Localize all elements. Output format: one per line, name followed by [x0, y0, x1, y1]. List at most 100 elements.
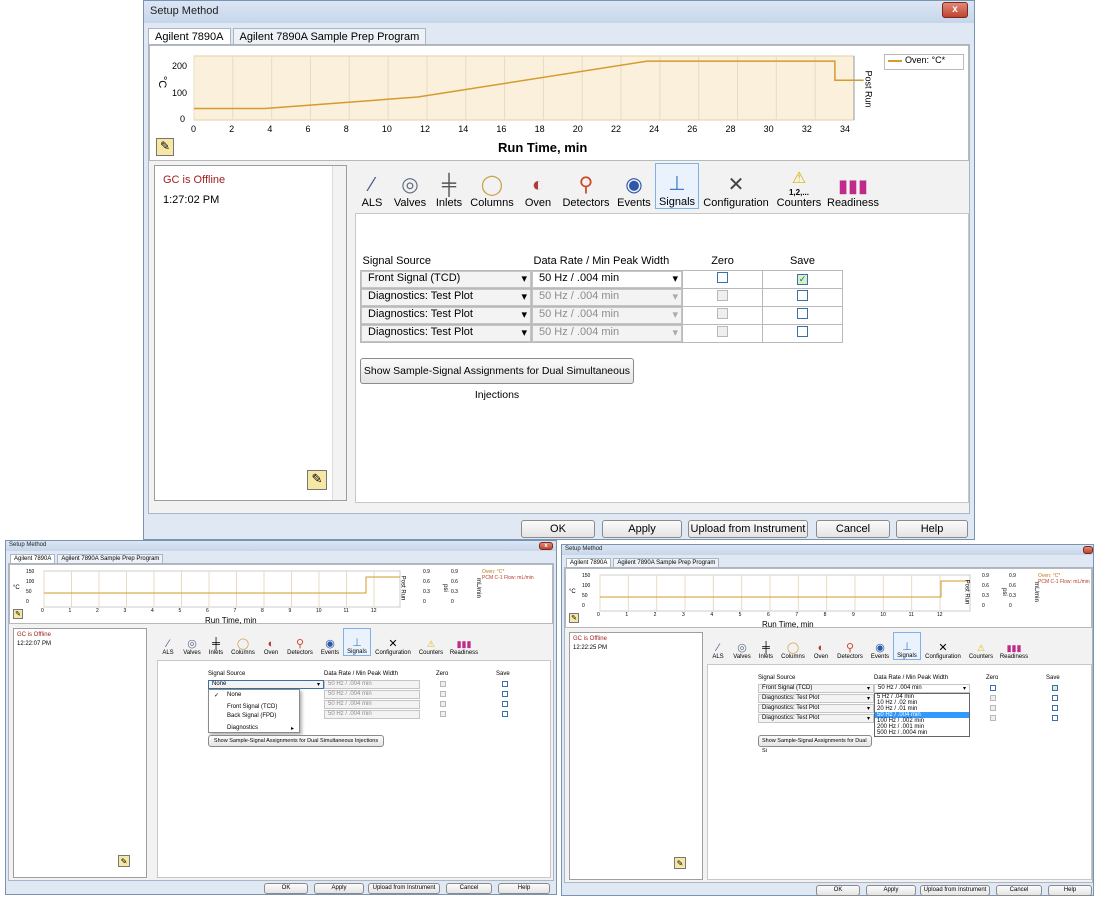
module-readiness[interactable]: ▮▮▮ Readiness: [825, 163, 881, 209]
zero-checkbox[interactable]: [717, 272, 728, 283]
ok-button[interactable]: OK: [816, 885, 860, 896]
module-valves[interactable]: ◎ Valves: [729, 632, 755, 660]
help-button[interactable]: Help: [498, 883, 550, 894]
apply-button[interactable]: Apply: [314, 883, 364, 894]
tab-agilent-7890a[interactable]: Agilent 7890A: [10, 554, 56, 563]
module-signals[interactable]: ⊥ Signals: [343, 628, 371, 656]
status-scrollbar[interactable]: [332, 166, 346, 500]
tab-agilent-7890a[interactable]: Agilent 7890A: [566, 558, 612, 567]
help-button[interactable]: Help: [896, 520, 968, 538]
save-checkbox[interactable]: [797, 326, 808, 337]
module-oven[interactable]: ◐ Oven: [517, 163, 559, 209]
cancel-button[interactable]: Cancel: [446, 883, 492, 894]
save-checkbox[interactable]: [1052, 685, 1058, 691]
ok-button[interactable]: OK: [521, 520, 595, 538]
close-button[interactable]: [1083, 546, 1093, 554]
module-oven[interactable]: ◐ Oven: [809, 632, 833, 660]
upload-button[interactable]: Upload from Instrument: [688, 520, 808, 538]
module-valves[interactable]: ◎ Valves: [389, 163, 431, 209]
edit-chart-icon[interactable]: ✎: [156, 138, 174, 156]
module-als[interactable]: ⁄ ALS: [707, 632, 729, 660]
save-checkbox[interactable]: ✓: [797, 274, 808, 285]
tab-sample-prep-program[interactable]: Agilent 7890A Sample Prep Program: [232, 28, 427, 45]
signal-source-select-open[interactable]: None ▾: [208, 680, 324, 689]
module-configuration[interactable]: ✕ Configuration: [699, 163, 773, 209]
module-events[interactable]: ◉ Events: [867, 632, 893, 660]
tab-agilent-7890a[interactable]: Agilent 7890A: [148, 28, 231, 45]
module-oven[interactable]: ◐ Oven: [259, 628, 283, 656]
edit-chart-icon[interactable]: ✎: [13, 609, 23, 619]
tab-sample-prep-program[interactable]: Agilent 7890A Sample Prep Program: [613, 558, 720, 567]
show-sample-signal-button[interactable]: Show Sample-Signal Assignments for Dual …: [360, 358, 634, 401]
cancel-button[interactable]: Cancel: [816, 520, 890, 538]
module-events[interactable]: ◉ Events: [317, 628, 343, 656]
module-detectors[interactable]: ⚲ Detectors: [283, 628, 317, 656]
module-als[interactable]: ⁄ ALS: [355, 163, 389, 209]
show-sample-signal-button[interactable]: Show Sample-Signal Assignments for Dual …: [208, 735, 384, 747]
save-checkbox[interactable]: [797, 290, 808, 301]
title-bar: Setup Method: [562, 545, 1093, 555]
module-columns[interactable]: ◯ Columns: [777, 632, 809, 660]
data-rate-select-open[interactable]: 50 Hz / .004 min ▾: [874, 684, 970, 693]
signal-source-select[interactable]: Diagnostics: Test Plot ▾: [361, 324, 531, 342]
module-signals[interactable]: ⊥ Signals: [655, 163, 699, 209]
module-columns[interactable]: ◯ Columns: [467, 163, 517, 209]
module-counters[interactable]: ⚠ Counters: [415, 628, 447, 656]
module-counters[interactable]: ⚠ Counters: [965, 632, 997, 660]
module-inlets[interactable]: ╪ Inlets: [205, 628, 227, 656]
close-button[interactable]: x: [539, 542, 553, 550]
module-inlets[interactable]: ╪ Inlets: [431, 163, 467, 209]
signal-source-select[interactable]: Diagnostics: Test Plot ▾: [758, 714, 874, 723]
signal-source-select[interactable]: Diagnostics: Test Plot ▾: [361, 288, 531, 306]
module-configuration[interactable]: ✕ Configuration: [371, 628, 415, 656]
signal-source-select[interactable]: Diagnostics: Test Plot ▾: [758, 704, 874, 713]
signal-source-select[interactable]: Front Signal (TCD) ▾: [758, 684, 874, 693]
upload-button[interactable]: Upload from Instrument: [920, 885, 990, 896]
save-checkbox[interactable]: [797, 308, 808, 319]
close-button[interactable]: x: [942, 2, 968, 18]
data-rate-option[interactable]: 500 Hz / .0004 min: [875, 730, 969, 736]
module-events[interactable]: ◉ Events: [613, 163, 655, 209]
show-sample-signal-button[interactable]: Show Sample-Signal Assignments for Dual …: [758, 735, 872, 754]
inlet-icon: ╪: [212, 638, 220, 650]
save-checkbox[interactable]: [1052, 705, 1058, 711]
signal-source-select[interactable]: Front Signal (TCD) ▾: [361, 270, 531, 288]
help-button[interactable]: Help: [1048, 885, 1092, 896]
save-checkbox[interactable]: [502, 681, 508, 687]
module-signals[interactable]: ⊥ Signals: [893, 632, 921, 660]
menu-item-none[interactable]: None: [227, 692, 241, 698]
save-checkbox[interactable]: [502, 701, 508, 707]
signal-source-select[interactable]: Diagnostics: Test Plot ▾: [758, 694, 874, 703]
apply-button[interactable]: Apply: [602, 520, 682, 538]
save-checkbox[interactable]: [502, 711, 508, 717]
module-inlets[interactable]: ╪ Inlets: [755, 632, 777, 660]
menu-item-back-signal[interactable]: Back Signal (FPD): [227, 713, 276, 719]
upload-button[interactable]: Upload from Instrument: [368, 883, 440, 894]
psi-axis-label: psi: [441, 584, 448, 592]
module-valves[interactable]: ◎ Valves: [179, 628, 205, 656]
cancel-button[interactable]: Cancel: [996, 885, 1042, 896]
menu-item-front-signal[interactable]: Front Signal (TCD): [227, 704, 277, 710]
edit-chart-icon[interactable]: ✎: [569, 613, 579, 623]
save-checkbox[interactable]: [1052, 695, 1058, 701]
tab-sample-prep-program[interactable]: Agilent 7890A Sample Prep Program: [57, 554, 164, 563]
save-checkbox[interactable]: [1052, 715, 1058, 721]
apply-button[interactable]: Apply: [866, 885, 916, 896]
edit-panel-icon[interactable]: ✎: [674, 857, 686, 869]
ok-button[interactable]: OK: [264, 883, 308, 894]
edit-panel-icon[interactable]: ✎: [118, 855, 130, 867]
data-rate-select[interactable]: 50 Hz / .004 min ▾: [532, 270, 682, 288]
module-readiness[interactable]: ▮▮▮ Readiness: [997, 632, 1031, 660]
save-checkbox[interactable]: [502, 691, 508, 697]
zero-checkbox[interactable]: [990, 685, 996, 691]
module-counters[interactable]: ⚠ 1,2,... Counters: [773, 163, 825, 209]
module-als[interactable]: ⁄ ALS: [157, 628, 179, 656]
module-detectors[interactable]: ⚲ Detectors: [833, 632, 867, 660]
module-readiness[interactable]: ▮▮▮ Readiness: [447, 628, 481, 656]
module-detectors[interactable]: ⚲ Detectors: [559, 163, 613, 209]
module-configuration[interactable]: ✕ Configuration: [921, 632, 965, 660]
menu-item-diagnostics[interactable]: Diagnostics: [227, 725, 258, 731]
signal-source-select[interactable]: Diagnostics: Test Plot ▾: [361, 306, 531, 324]
module-columns[interactable]: ◯ Columns: [227, 628, 259, 656]
edit-panel-icon[interactable]: ✎: [307, 470, 327, 490]
